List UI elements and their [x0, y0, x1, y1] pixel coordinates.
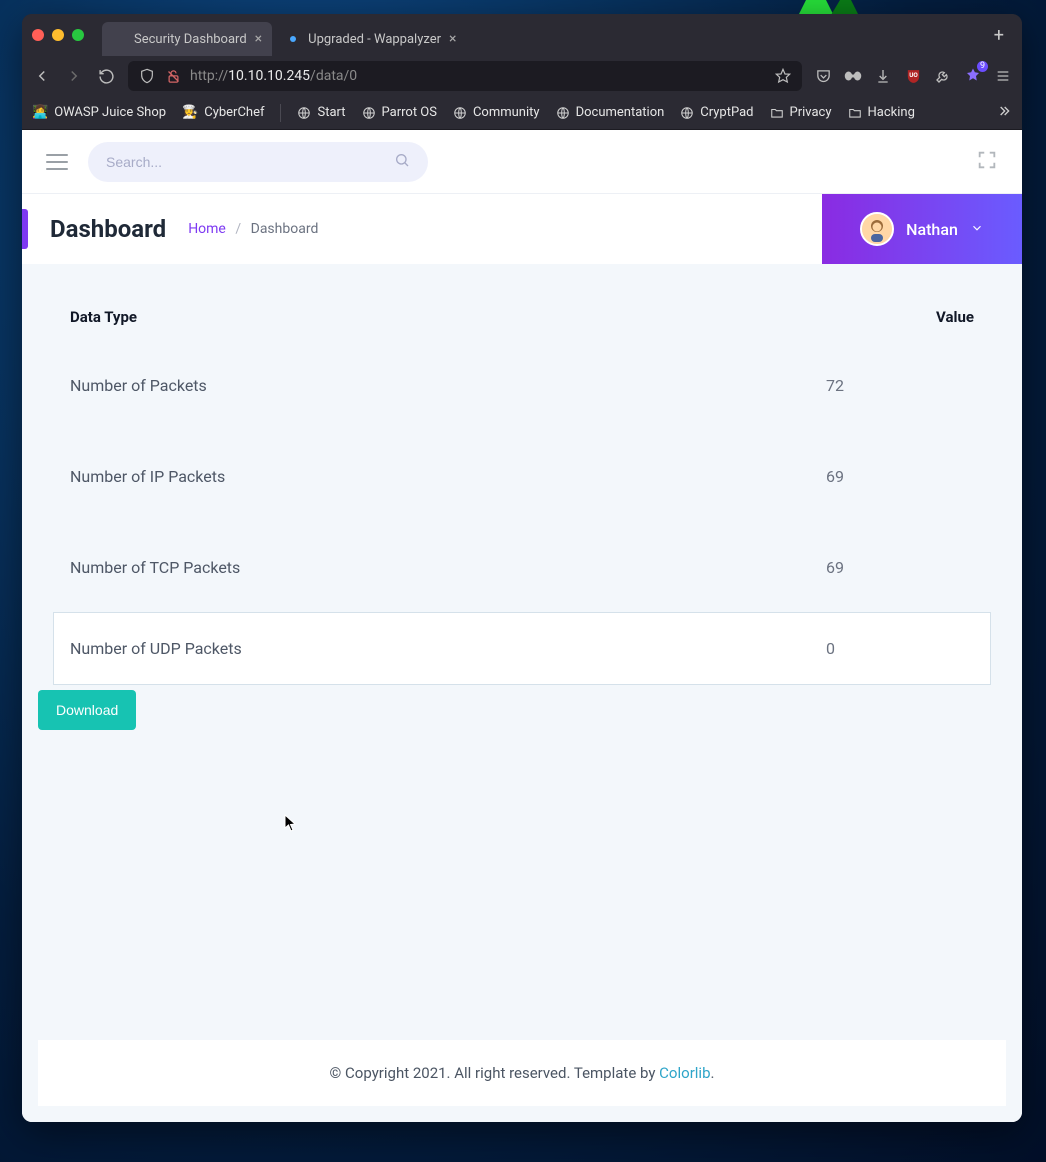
bookmark-label: Documentation	[576, 105, 665, 120]
col-value: Value	[810, 294, 990, 340]
row-label: Number of UDP Packets	[54, 613, 810, 684]
row-value: 69	[810, 522, 990, 613]
bookmark-label: Parrot OS	[382, 105, 437, 120]
bookmark-item[interactable]: Privacy	[770, 105, 832, 120]
breadcrumb-separator: /	[235, 221, 241, 237]
window-controls	[32, 29, 84, 41]
tab-favicon	[112, 32, 126, 46]
table-row[interactable]: Number of IP Packets69	[54, 431, 990, 522]
bookmark-item[interactable]: CryptPad	[680, 105, 753, 120]
page-title: Dashboard	[50, 215, 166, 243]
bookmark-star-icon[interactable]	[774, 67, 792, 85]
maximize-window-button[interactable]	[72, 29, 84, 41]
bookmark-item[interactable]: Documentation	[556, 105, 665, 120]
table-row[interactable]: Number of Packets72	[54, 340, 990, 431]
user-name: Nathan	[906, 220, 958, 239]
row-value: 0	[810, 613, 990, 684]
mask-icon[interactable]	[844, 67, 862, 85]
breadcrumb-home-link[interactable]: Home	[188, 221, 226, 237]
url-bar[interactable]: http://10.10.10.245/data/0	[128, 61, 802, 91]
bookmarks-bar: 👩‍💻OWASP Juice Shop 👩‍🍳CyberChef Start Parr…	[22, 96, 1022, 130]
svg-text:UO: UO	[909, 71, 918, 79]
bookmark-item[interactable]: Hacking	[848, 105, 915, 120]
menu-toggle-button[interactable]	[46, 154, 68, 170]
tab-favicon	[286, 32, 300, 46]
bookmark-label: Hacking	[868, 105, 915, 120]
search-input[interactable]	[106, 154, 394, 170]
bookmark-label: Privacy	[790, 105, 832, 120]
tab-close-button[interactable]: ×	[449, 32, 456, 46]
browser-tab[interactable]: Upgraded - Wappalyzer ×	[276, 22, 466, 56]
extension-icon[interactable]: 9	[964, 67, 982, 85]
fullscreen-icon[interactable]	[976, 149, 998, 175]
bookmark-item[interactable]: Parrot OS	[362, 105, 437, 120]
shield-icon[interactable]	[138, 67, 156, 85]
table-row[interactable]: Number of TCP Packets69	[54, 522, 990, 613]
bookmark-label: Community	[473, 105, 540, 120]
breadcrumb-current: Dashboard	[251, 221, 319, 237]
chevron-down-icon	[970, 220, 984, 239]
col-data-type: Data Type	[54, 294, 810, 340]
data-table: Data Type Value Number of Packets72Numbe…	[54, 294, 990, 684]
page-content: Dashboard Home / Dashboard Nathan	[22, 130, 1022, 1122]
devtools-icon[interactable]	[934, 67, 952, 85]
url-path: /data/0	[310, 68, 357, 84]
footer-link[interactable]: Colorlib	[659, 1064, 710, 1082]
table-row[interactable]: Number of UDP Packets0	[54, 613, 990, 684]
bookmark-item[interactable]: 👩‍🍳CyberChef	[182, 105, 264, 120]
tab-title: Upgraded - Wappalyzer	[308, 32, 441, 47]
bookmark-item[interactable]: Community	[453, 105, 540, 120]
forward-button[interactable]	[64, 66, 84, 86]
cursor-icon	[284, 814, 298, 832]
bookmark-item[interactable]: 👩‍💻OWASP Juice Shop	[32, 105, 166, 120]
back-button[interactable]	[32, 66, 52, 86]
page-header: Dashboard Home / Dashboard Nathan	[22, 194, 1022, 264]
search-icon[interactable]	[394, 152, 410, 172]
reload-button[interactable]	[96, 66, 116, 86]
breadcrumb: Home / Dashboard	[188, 221, 318, 237]
tab-title: Security Dashboard	[134, 32, 247, 47]
footer: © Copyright 2021. All right reserved. Te…	[38, 1040, 1006, 1106]
footer-suffix: .	[711, 1064, 715, 1082]
bookmark-label: CryptPad	[700, 105, 753, 120]
url-text[interactable]: http://10.10.10.245/data/0	[190, 68, 766, 84]
row-value: 72	[810, 340, 990, 431]
bookmark-label: CyberChef	[204, 105, 264, 120]
navbar: http://10.10.10.245/data/0 UO 9	[22, 56, 1022, 96]
insecure-lock-icon[interactable]	[164, 67, 182, 85]
row-label: Number of Packets	[54, 340, 810, 431]
search-field[interactable]	[88, 142, 428, 182]
bookmarks-overflow-button[interactable]	[996, 103, 1012, 123]
titlebar: Security Dashboard×Upgraded - Wappalyzer…	[22, 14, 1022, 56]
download-icon[interactable]	[874, 67, 892, 85]
accent-bar	[22, 209, 28, 249]
browser-tab[interactable]: Security Dashboard ×	[102, 22, 272, 56]
new-tab-button[interactable]: +	[986, 25, 1012, 46]
minimize-window-button[interactable]	[52, 29, 64, 41]
app-menu-button[interactable]	[994, 67, 1012, 85]
row-label: Number of TCP Packets	[54, 522, 810, 613]
bookmark-separator	[280, 104, 281, 122]
bookmark-item[interactable]: Start	[297, 105, 345, 120]
close-window-button[interactable]	[32, 29, 44, 41]
extension-badge: 9	[977, 61, 988, 72]
bookmark-label: OWASP Juice Shop	[54, 105, 166, 120]
tab-close-button[interactable]: ×	[255, 32, 262, 46]
user-menu[interactable]: Nathan	[822, 194, 1022, 264]
url-host: 10.10.10.245	[228, 68, 310, 84]
pocket-icon[interactable]	[814, 67, 832, 85]
bookmark-label: Start	[317, 105, 345, 120]
ublock-icon[interactable]: UO	[904, 67, 922, 85]
row-label: Number of IP Packets	[54, 431, 810, 522]
footer-text: © Copyright 2021. All right reserved. Te…	[330, 1064, 660, 1082]
app-topbar	[22, 130, 1022, 194]
data-table-wrap: Data Type Value Number of Packets72Numbe…	[38, 264, 1006, 684]
row-value: 69	[810, 431, 990, 522]
url-scheme: http://	[190, 68, 228, 84]
main-body: Data Type Value Number of Packets72Numbe…	[22, 264, 1022, 1122]
browser-window: Security Dashboard×Upgraded - Wappalyzer…	[22, 14, 1022, 1122]
avatar	[860, 212, 894, 246]
download-button[interactable]: Download	[38, 690, 136, 730]
